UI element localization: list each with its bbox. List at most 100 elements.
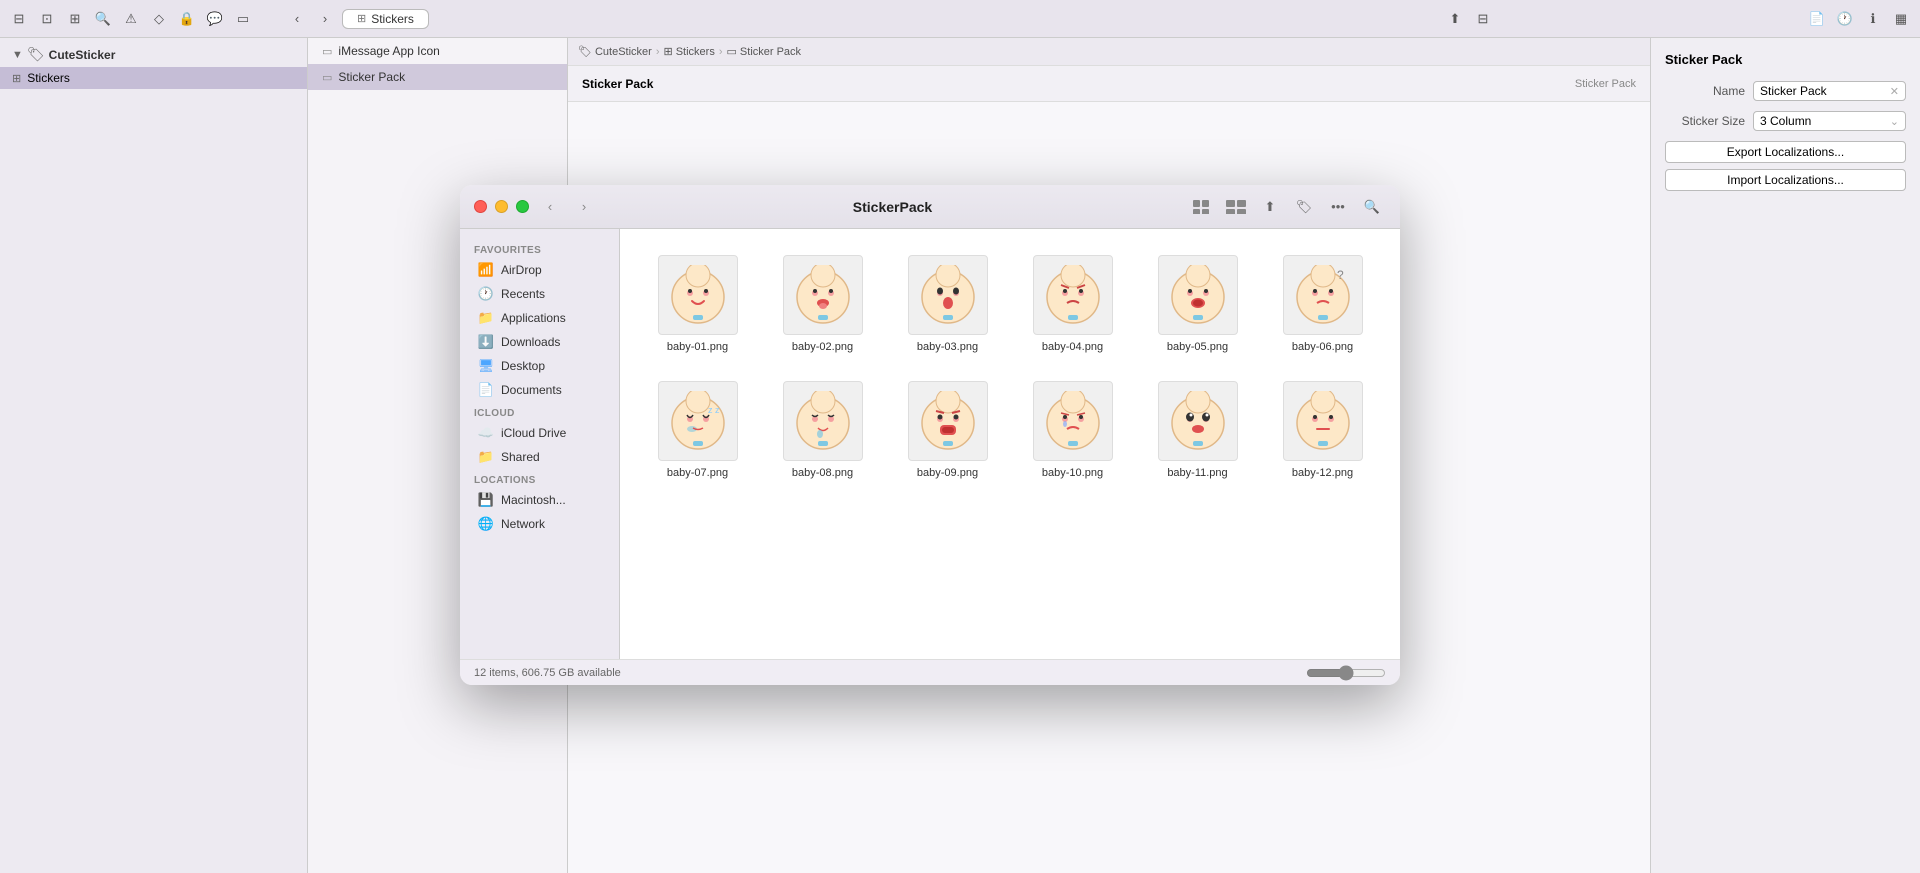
grid-item-9[interactable]: baby-09.png (890, 375, 1005, 485)
breadcrumb-icon-2: ⊞ (664, 45, 673, 58)
item-label-4: baby-04.png (1042, 341, 1103, 353)
zoom-slider[interactable] (1306, 665, 1386, 681)
breadcrumb-stickers[interactable]: ⊞ Stickers (664, 45, 715, 58)
finder-forward-button[interactable]: › (571, 196, 597, 218)
inspector-name-clear-icon[interactable]: ✕ (1890, 85, 1899, 98)
toolbar-icon-lock[interactable]: 🔒 (176, 8, 198, 30)
toolbar-icon-speech[interactable]: 💬 (204, 8, 226, 30)
panel-toggle-icon[interactable]: ⊟ (1472, 8, 1494, 30)
finder-statusbar: 12 items, 606.75 GB available (460, 659, 1400, 685)
view-list-button[interactable] (1222, 195, 1250, 219)
inspector-panel: Sticker Pack Name Sticker Pack ✕ Sticker… (1650, 38, 1920, 873)
inspector-size-chevron-icon[interactable]: ⌄ (1890, 115, 1899, 128)
export-localizations-button[interactable]: Export Localizations... (1665, 141, 1906, 163)
item-thumb-5 (1158, 255, 1238, 335)
sidebar-item-airdrop[interactable]: 📶 AirDrop (464, 258, 615, 282)
breadcrumb-sep-1: › (656, 46, 660, 58)
documents-icon: 📄 (478, 382, 494, 398)
toolbar-icon-diamond[interactable]: ◇ (148, 8, 170, 30)
tag-button[interactable]: 🏷 (1290, 195, 1318, 219)
sidebar-macintosh-label: Macintosh... (501, 493, 566, 507)
sidebar-recents-label: Recents (501, 287, 545, 301)
toolbar-icon-2[interactable]: ⊡ (36, 8, 58, 30)
sidebar-item-documents[interactable]: 📄 Documents (464, 378, 615, 402)
grid-item-5[interactable]: baby-05.png (1140, 249, 1255, 359)
item-thumb-3 (908, 255, 988, 335)
stickers-tab[interactable]: ⊞ Stickers (342, 9, 429, 29)
sidebar-item-desktop[interactable]: 🖥 Desktop (464, 354, 615, 378)
item-thumb-6: ? (1283, 255, 1363, 335)
toolbar-icon-rect[interactable]: ▭ (232, 8, 254, 30)
sidebar-item-downloads[interactable]: ⬇️ Downloads (464, 330, 615, 354)
project-disclosure-icon[interactable]: ▼ (12, 49, 23, 61)
maximize-button[interactable] (516, 200, 529, 213)
grid-item-10[interactable]: baby-10.png (1015, 375, 1130, 485)
sidebar-item-shared[interactable]: 📁 Shared (464, 445, 615, 469)
nav-forward-button[interactable]: › (314, 8, 336, 30)
sidebar-item-icloud-drive[interactable]: ☁️ iCloud Drive (464, 421, 615, 445)
view-grid-button[interactable] (1188, 195, 1216, 219)
finder-content: baby-01.png baby-02.png baby-03.png baby… (620, 229, 1400, 659)
share-icon[interactable]: ⬆ (1444, 8, 1466, 30)
clock-icon[interactable]: 🕐 (1834, 8, 1856, 30)
sidebar-item-applications[interactable]: 📁 Applications (464, 306, 615, 330)
grid-item-6[interactable]: ? baby-06.png (1265, 249, 1380, 359)
item-label-1: baby-01.png (667, 341, 728, 353)
downloads-icon: ⬇️ (478, 334, 494, 350)
grid-item-1[interactable]: baby-01.png (640, 249, 755, 359)
breadcrumb-sticker-pack[interactable]: ▭ Sticker Pack (727, 45, 802, 58)
item-thumb-7: z z (658, 381, 738, 461)
recents-icon: 🕐 (478, 286, 494, 302)
item-thumb-9 (908, 381, 988, 461)
sidebar-item-recents[interactable]: 🕐 Recents (464, 282, 615, 306)
sidebar-documents-label: Documents (501, 383, 562, 397)
item-label-6: baby-06.png (1292, 341, 1353, 353)
grid-item-7[interactable]: z z baby-07.png (640, 375, 755, 485)
sidebar-item-stickers[interactable]: ⊞ Stickers (0, 67, 307, 89)
grid-item-11[interactable]: baby-11.png (1140, 375, 1255, 485)
item-label-9: baby-09.png (917, 467, 978, 479)
info-icon[interactable]: ℹ (1862, 8, 1884, 30)
finder-back-button[interactable]: ‹ (537, 196, 563, 218)
share-button[interactable]: ⬆ (1256, 195, 1284, 219)
sidebar-stickers-label: Stickers (27, 71, 70, 85)
search-button[interactable]: 🔍 (1358, 195, 1386, 219)
file-item-imessage[interactable]: ▭ iMessage App Icon (308, 38, 567, 64)
finder-window: ‹ › StickerPack ⬆ 🏷 ••• 🔍 Favourites 📶 A… (460, 185, 1400, 685)
grid-item-3[interactable]: baby-03.png (890, 249, 1005, 359)
item-thumb-2 (783, 255, 863, 335)
import-localizations-button[interactable]: Import Localizations... (1665, 169, 1906, 191)
inspector-name-label: Name (1665, 84, 1745, 98)
content-header: Sticker Pack Sticker Pack (568, 66, 1650, 102)
finder-title: StickerPack (605, 199, 1180, 215)
file-item-sticker-pack-label: Sticker Pack (338, 70, 405, 84)
item-thumb-10 (1033, 381, 1113, 461)
file-item-sticker-pack[interactable]: ▭ Sticker Pack (308, 64, 567, 90)
breadcrumb-icon-1: 🏷 (578, 45, 592, 58)
file-icon[interactable]: 📄 (1806, 8, 1828, 30)
finder-grid: baby-01.png baby-02.png baby-03.png baby… (640, 249, 1380, 485)
sidebar-icloud-drive-label: iCloud Drive (501, 426, 566, 440)
inspector-name-value[interactable]: Sticker Pack ✕ (1753, 81, 1906, 101)
more-button[interactable]: ••• (1324, 195, 1352, 219)
sidebar-item-network[interactable]: 🌐 Network (464, 512, 615, 536)
nav-back-button[interactable]: ‹ (286, 8, 308, 30)
toolbar-icon-warn[interactable]: ⚠ (120, 8, 142, 30)
icloud-section-label: iCloud (460, 402, 619, 421)
toolbar-icon-3[interactable]: ⊞ (64, 8, 86, 30)
breadcrumb-cute-sticker[interactable]: 🏷 CuteSticker (578, 45, 652, 58)
toolbar-icon-search[interactable]: 🔍 (92, 8, 114, 30)
grid-item-12[interactable]: baby-12.png (1265, 375, 1380, 485)
sidebar-right-icon[interactable]: ▦ (1890, 8, 1912, 30)
inspector-size-value[interactable]: 3 Column ⌄ (1753, 111, 1906, 131)
sidebar-item-macintosh[interactable]: 💾 Macintosh... (464, 488, 615, 512)
grid-item-8[interactable]: baby-08.png (765, 375, 880, 485)
grid-item-2[interactable]: baby-02.png (765, 249, 880, 359)
minimize-button[interactable] (495, 200, 508, 213)
grid-item-4[interactable]: baby-04.png (1015, 249, 1130, 359)
item-label-5: baby-05.png (1167, 341, 1228, 353)
xcode-sidebar: ▼ 🏷 CuteSticker ⊞ Stickers (0, 38, 308, 873)
close-button[interactable] (474, 200, 487, 213)
toolbar-icon-1[interactable]: ⊟ (8, 8, 30, 30)
finder-body: Favourites 📶 AirDrop 🕐 Recents 📁 Applica… (460, 229, 1400, 659)
